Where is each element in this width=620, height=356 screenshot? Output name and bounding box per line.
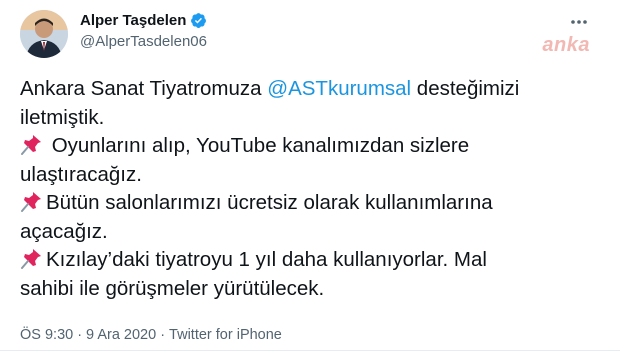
- verified-badge-icon: [190, 12, 207, 29]
- text-segment: Ankara Sanat Tiyatromuza: [20, 77, 268, 100]
- separator: ·: [160, 327, 166, 343]
- user-info: Alper Taşdelen @AlperTasdelen06: [80, 12, 207, 50]
- name-row: Alper Taşdelen: [80, 12, 207, 29]
- tweet-time[interactable]: ÖS 9:30: [20, 327, 73, 343]
- text-segment: Kızılay’daki tiyatroyu 1 yıl daha kullan…: [46, 248, 487, 271]
- watermark-logo: anka: [542, 34, 590, 56]
- tweet-line: Oyunlarını alıp, YouTube kanalımızdan si…: [20, 132, 605, 161]
- tweet-text: Ankara Sanat Tiyatromuza @ASTkurumsal de…: [20, 75, 605, 303]
- avatar[interactable]: [20, 10, 68, 58]
- tweet-date[interactable]: 9 Ara 2020: [86, 327, 156, 343]
- divider: [0, 350, 620, 351]
- tweet-line: Kızılay’daki tiyatroyu 1 yıl daha kullan…: [20, 246, 605, 275]
- avatar-image: [20, 10, 68, 58]
- tweet-line: ulaştıracağız.: [20, 162, 142, 186]
- tweet-line: açacağız.: [20, 219, 108, 243]
- text-segment: Oyunlarını alıp, YouTube kanalımızdan si…: [46, 134, 470, 157]
- user-handle[interactable]: @AlperTasdelen06: [80, 33, 207, 50]
- display-name[interactable]: Alper Taşdelen: [80, 12, 186, 29]
- more-options-icon[interactable]: [570, 12, 588, 30]
- pushpin-icon: [20, 133, 44, 155]
- tweet-source[interactable]: Twitter for iPhone: [169, 327, 282, 343]
- pushpin-icon: [20, 247, 44, 269]
- text-segment: Bütün salonlarımızı ücretsiz olarak kull…: [46, 191, 493, 214]
- tweet-line: Bütün salonlarımızı ücretsiz olarak kull…: [20, 189, 605, 218]
- tweet-meta: ÖS 9:30 · 9 Ara 2020 · Twitter for iPhon…: [20, 327, 282, 343]
- text-segment: desteğimizi: [411, 77, 520, 100]
- tweet-card: Alper Taşdelen @AlperTasdelen06 anka Ank…: [0, 0, 620, 356]
- tweet-line: iletmiştik.: [20, 105, 105, 129]
- mention-link[interactable]: @ASTkurumsal: [267, 77, 411, 100]
- pushpin-icon: [20, 190, 44, 212]
- tweet-line: Ankara Sanat Tiyatromuza @ASTkurumsal de…: [20, 75, 605, 104]
- separator: ·: [77, 327, 83, 343]
- tweet-line: sahibi ile görüşmeler yürütülecek.: [20, 276, 325, 300]
